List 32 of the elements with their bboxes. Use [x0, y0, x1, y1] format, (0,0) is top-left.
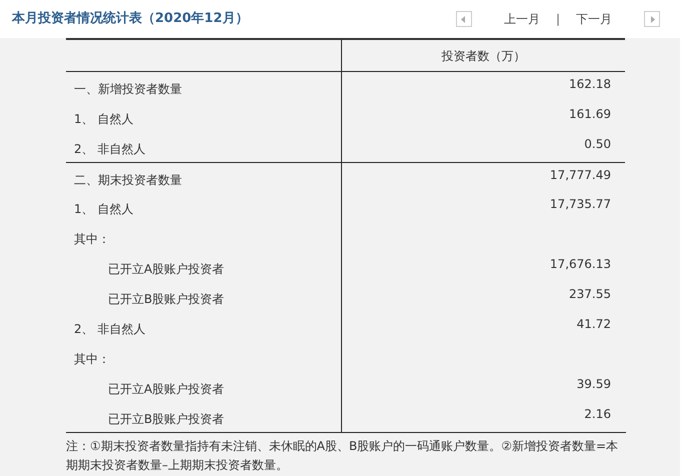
row-label: 其中：	[74, 352, 110, 366]
next-button[interactable]	[644, 11, 660, 27]
row-label: 已开立A股账户投资者	[107, 262, 224, 276]
value-cell: 17,735.77	[550, 197, 611, 211]
value-cell: 41.72	[576, 317, 611, 331]
row-label: 2、 非自然人	[74, 322, 146, 336]
value-cell: 162.18	[569, 77, 611, 91]
value-cell: 17,777.49	[550, 168, 611, 182]
value-cell: 161.69	[569, 107, 611, 121]
left-arrow-icon	[461, 16, 466, 22]
next-month-link[interactable]: 下一月	[576, 10, 612, 28]
row-label: 2、 非自然人	[74, 142, 146, 156]
row-label: 已开立A股账户投资者	[107, 382, 224, 396]
row-label: 1、 自然人	[74, 202, 134, 216]
row-label: 已开立B股账户投资者	[107, 412, 224, 426]
right-arrow-icon	[650, 16, 654, 22]
row-label: 已开立B股账户投资者	[107, 292, 224, 306]
row-label: 其中：	[74, 232, 110, 246]
value-cell: 237.55	[569, 287, 611, 301]
value-cell: 0.50	[584, 137, 611, 151]
row-label: 二、期末投资者数量	[74, 173, 182, 187]
row-label: 1、 自然人	[74, 112, 134, 126]
page-title: 本月投资者情况统计表（2020年12月）	[12, 10, 248, 28]
value-cell: 17,676.13	[550, 257, 611, 271]
previous-month-link[interactable]: 上一月	[504, 10, 540, 28]
value-cell: 39.59	[576, 377, 611, 391]
previous-button[interactable]	[456, 11, 472, 27]
separator: |	[556, 11, 560, 28]
footnote: 注：①期末投资者数量指持有未注销、未休眠的A股、B股账户的一码通账户数量。②新增投资者数量=本期期末投资者数量–上期期末投资者数量。	[66, 432, 626, 475]
row-label: 一、新增投资者数量	[74, 82, 182, 96]
column-header: 投资者数（万）	[442, 49, 526, 63]
value-cell: 2.16	[584, 407, 611, 421]
